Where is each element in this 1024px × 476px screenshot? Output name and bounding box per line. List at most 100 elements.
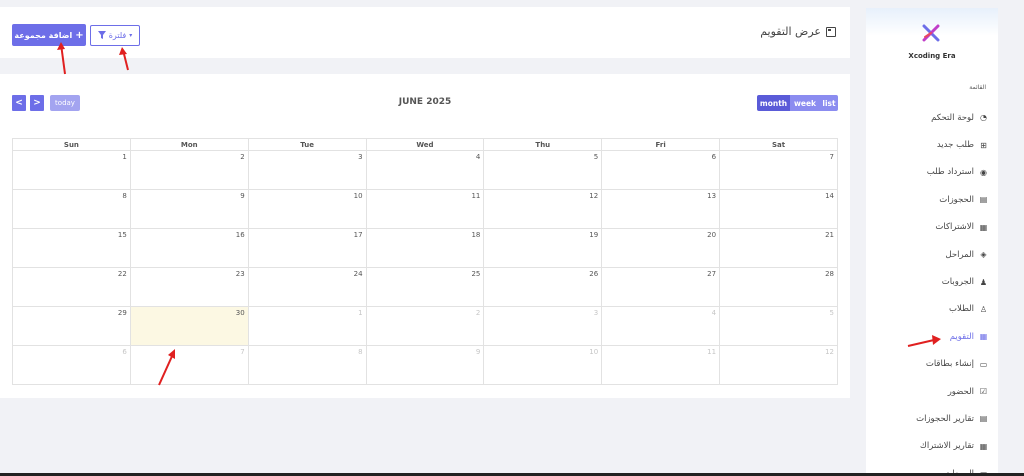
calendar-day-cell[interactable]: 8 <box>12 189 131 229</box>
subscriptions-icon: ▦ <box>979 222 988 232</box>
sidebar-item[interactable]: ◉ استرداد طلب <box>868 159 988 186</box>
calendar-day-cell[interactable]: 5 <box>719 306 838 346</box>
calendar-day-cell[interactable]: 12 <box>719 345 838 385</box>
page-header: + اضافة مجموعة فلترة ▾ عرض التقويم <box>0 7 850 58</box>
calendar-day-cell[interactable]: 24 <box>247 267 367 307</box>
calendar-icon <box>826 26 836 37</box>
add-group-button[interactable]: + اضافة مجموعة <box>12 24 86 46</box>
calendar-day-cell[interactable]: 12 <box>483 189 603 229</box>
view-month-button[interactable]: month <box>757 95 790 111</box>
day-number: 6 <box>711 153 717 161</box>
day-number: 22 <box>117 270 127 278</box>
calendar-day-cell[interactable]: 22 <box>12 267 131 307</box>
day-number: 8 <box>122 192 127 200</box>
calendar-day-cell[interactable]: 7 <box>719 150 838 190</box>
calendar-day-cell[interactable]: 15 <box>12 228 131 268</box>
sidebar-item-label: الجروبات <box>941 277 974 288</box>
calendar-day-cell[interactable]: 11 <box>601 345 721 385</box>
weekday-header: Sat <box>719 138 838 151</box>
day-number: 28 <box>825 270 834 278</box>
day-number: 17 <box>353 231 363 239</box>
calendar-day-cell[interactable]: 4 <box>365 150 485 190</box>
calendar-day-cell[interactable]: 10 <box>483 345 603 385</box>
sidebar-item[interactable]: ♙ الطلاب <box>868 296 988 323</box>
calendar-day-cell[interactable]: 28 <box>719 267 838 307</box>
sidebar-item[interactable]: ⊞ طلب جديد <box>868 131 988 158</box>
calendar-day-cell[interactable]: 13 <box>601 189 721 229</box>
day-number: 24 <box>353 270 363 278</box>
calendar-day-cell-today[interactable]: 30 <box>129 306 249 346</box>
calendar-day-cell[interactable]: 17 <box>247 228 367 268</box>
calendar-day-cell[interactable]: 2 <box>365 306 485 346</box>
brand-logo-icon[interactable] <box>922 24 940 42</box>
sidebar-item[interactable]: ▭ إنشاء بطاقات <box>868 351 988 378</box>
view-list-button[interactable]: list <box>820 95 838 111</box>
sidebar-menu: ◔ لوحة التحكم ⊞ طلب جديد ◉ استرداد طلب ▤ الحجوز… <box>868 104 988 476</box>
day-number: 30 <box>235 309 245 317</box>
day-number: 2 <box>475 309 481 317</box>
calendar-week-row: 29 30 1 2 3 4 5 <box>12 306 838 346</box>
day-number: 11 <box>471 192 481 200</box>
sidebar-item[interactable]: ◔ لوحة التحكم <box>868 104 988 131</box>
subscription-report-icon: ▦ <box>979 441 988 451</box>
sidebar: Xcoding Era القائمة ◔ لوحة التحكم ⊞ طلب جدي… <box>866 8 998 476</box>
calendar-day-cell[interactable]: 26 <box>483 267 603 307</box>
calendar-week-row: 8 9 10 11 12 13 14 <box>12 189 838 229</box>
calendar-day-cell[interactable]: 16 <box>129 228 249 268</box>
calendar-day-cell[interactable]: 14 <box>719 189 838 229</box>
day-number: 8 <box>358 348 363 356</box>
day-number: 6 <box>122 348 127 356</box>
filter-button[interactable]: فلترة ▾ <box>90 25 140 46</box>
day-number: 18 <box>471 231 481 239</box>
calendar-day-cell[interactable]: 4 <box>601 306 721 346</box>
calendar-day-cell[interactable]: 9 <box>365 345 485 385</box>
calendar-day-cell[interactable]: 9 <box>129 189 249 229</box>
sidebar-item[interactable]: ▦ التقويم <box>868 323 988 350</box>
weekday-header: Fri <box>601 138 721 151</box>
calendar-day-cell[interactable]: 1 <box>247 306 367 346</box>
sidebar-item-label: الطلاب <box>949 304 974 315</box>
calendar-day-cell[interactable]: 3 <box>483 306 603 346</box>
calendar-day-cell[interactable]: 27 <box>601 267 721 307</box>
calendar-title: JUNE 2025 <box>398 97 452 107</box>
sidebar-item[interactable]: ▦ الاشتراكات <box>868 214 988 241</box>
calendar-day-cell[interactable]: 8 <box>247 345 367 385</box>
day-number: 26 <box>589 270 599 278</box>
view-week-button[interactable]: week <box>790 95 820 111</box>
student-icon: ♙ <box>979 304 988 314</box>
calendar-day-cell[interactable]: 21 <box>719 228 838 268</box>
day-number: 3 <box>358 153 363 161</box>
calendar-day-cell[interactable]: 18 <box>365 228 485 268</box>
sidebar-item[interactable]: ▦ تقارير الاشتراك <box>868 433 988 460</box>
cart-icon: ⊞ <box>980 140 987 150</box>
sidebar-item[interactable]: ♟ الجروبات <box>868 268 988 295</box>
calendar-day-cell[interactable]: 25 <box>365 267 485 307</box>
calendar-day-cell[interactable]: 20 <box>601 228 721 268</box>
calendar-day-cell[interactable]: 5 <box>483 150 603 190</box>
day-number: 5 <box>593 153 599 161</box>
attendance-icon: ☑ <box>979 387 988 397</box>
calendar-day-cell[interactable]: 19 <box>483 228 603 268</box>
calendar-day-cell[interactable]: 10 <box>247 189 367 229</box>
sidebar-item-label: إنشاء بطاقات <box>925 359 974 370</box>
sidebar-item[interactable]: ◈ المراحل <box>868 241 988 268</box>
calendar-day-cell[interactable]: 23 <box>129 267 249 307</box>
sidebar-item[interactable]: ▤ تقارير الحجوزات <box>868 405 988 432</box>
calendar-day-cell[interactable]: 29 <box>12 306 131 346</box>
add-group-label: اضافة مجموعة <box>14 30 73 40</box>
calendar-day-cell[interactable]: 7 <box>129 345 249 385</box>
brand-name: Xcoding Era <box>908 52 956 60</box>
calendar-week-row: 22 23 24 25 26 27 28 <box>12 267 838 307</box>
calendar-day-cell[interactable]: 6 <box>601 150 721 190</box>
calendar-day-cell[interactable]: 6 <box>12 345 131 385</box>
booking-report-icon: ▤ <box>979 414 988 424</box>
calendar-day-cell[interactable]: 11 <box>365 189 485 229</box>
calendar-day-cell[interactable]: 2 <box>129 150 249 190</box>
sidebar-item[interactable]: ☑ الحضور <box>868 378 988 405</box>
calendar-day-cell[interactable]: 1 <box>12 150 131 190</box>
sidebar-item-label: المراحل <box>945 249 974 260</box>
sidebar-item[interactable]: ▤ الحجوزات <box>868 186 988 213</box>
calendar-day-cell[interactable]: 3 <box>247 150 367 190</box>
day-number: 25 <box>471 270 481 278</box>
day-number: 21 <box>825 231 834 239</box>
